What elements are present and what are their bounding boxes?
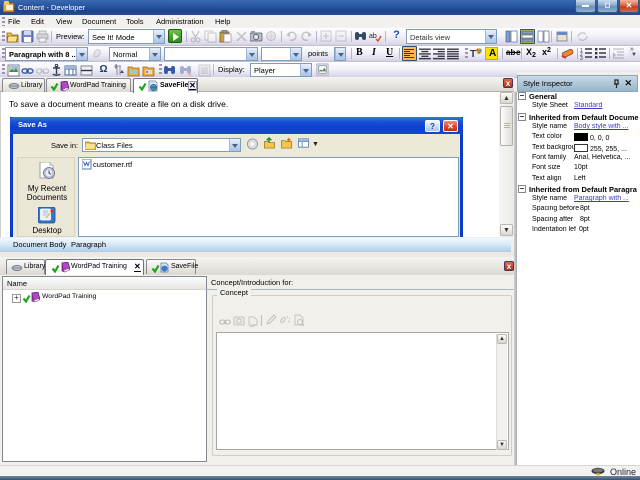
svg-text:T: T bbox=[470, 49, 476, 60]
svg-text:ab: ab bbox=[369, 33, 377, 40]
svg-text:3: 3 bbox=[580, 56, 583, 60]
